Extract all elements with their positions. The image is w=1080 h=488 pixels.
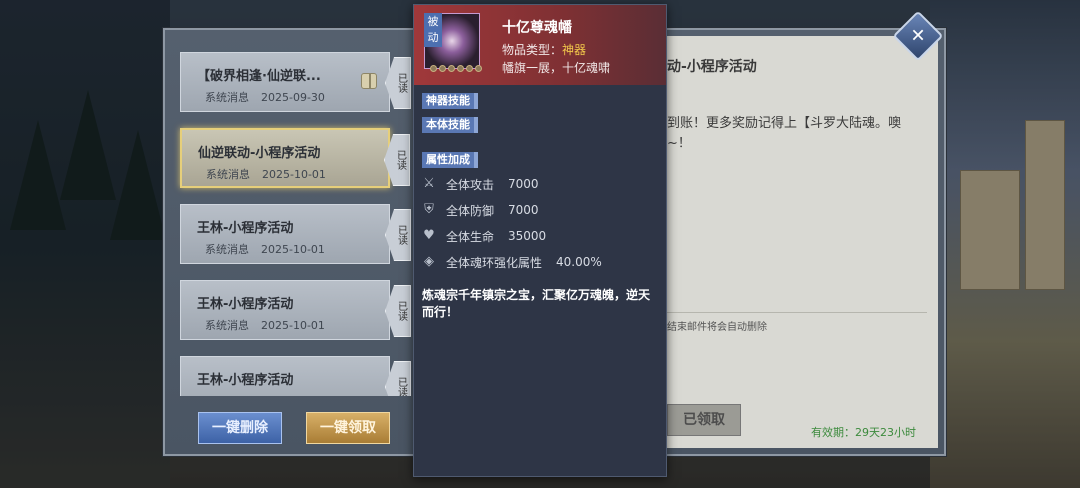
auto-delete-note: 结束邮件将会自动删除 — [667, 322, 767, 333]
passive-badge: 被动 — [424, 13, 442, 47]
star-rating — [430, 65, 482, 72]
mail-content-title: 动-小程序活动 — [667, 59, 757, 75]
stat-label: 全体魂环强化属性 — [446, 255, 543, 270]
read-tag: 已读 — [385, 285, 411, 337]
section-base-skill: 本体技能 — [422, 117, 478, 133]
item-lore: 炼魂宗千年镇宗之宝，汇聚亿万魂魄，逆天而行！ — [422, 288, 651, 319]
star-icon — [439, 65, 446, 72]
mail-date: 2025-10-01 — [261, 319, 325, 332]
mail-title: 王林-小程序活动 — [197, 221, 294, 236]
item-name: 十亿尊魂幡 — [502, 20, 572, 36]
claimed-button[interactable]: 已领取 — [667, 404, 741, 436]
sword-icon: ⚔ — [423, 176, 435, 191]
mail-item[interactable]: 王林-小程序活动 已读 — [180, 356, 411, 396]
mail-date: 2025-10-01 — [262, 168, 326, 181]
read-tag: 已读 — [385, 361, 411, 396]
claim-all-button[interactable]: 一键领取 — [306, 412, 390, 444]
mail-meta: 系统消息 2025-10-01 — [205, 317, 325, 333]
gift-icon — [361, 73, 377, 89]
stat-row: ♥ 全体生命 35000 — [422, 227, 546, 245]
read-tag: 已读 — [384, 134, 410, 186]
stat-row: ◈ 全体魂环强化属性 40.00% — [422, 253, 602, 271]
mail-item-selected[interactable]: 仙逆联动-小程序活动 系统消息 2025-10-01 已读 — [180, 128, 410, 188]
diamond-icon: ◈ — [424, 254, 434, 269]
mail-meta: 系统消息 2025-10-01 — [205, 241, 325, 257]
star-icon — [448, 65, 455, 72]
item-short-desc: 幡旗一展，十亿魂啸 — [502, 61, 611, 75]
item-tooltip: 被动 十亿尊魂幡 物品类型：神器 幡旗一展，十亿魂啸 神器技能 本体技能 属性加… — [413, 4, 667, 477]
mail-title: 仙逆联动-小程序活动 — [198, 146, 321, 161]
mail-date: 2025-10-01 — [261, 243, 325, 256]
mail-content-body: 到账！更多奖励记得上【斗罗大陆魂。噢~！ — [667, 116, 902, 151]
mail-content-panel: 动-小程序活动 到账！更多奖励记得上【斗罗大陆魂。噢~！ 结束邮件将会自动删除 … — [666, 36, 938, 448]
section-attr-bonus: 属性加成 — [422, 152, 478, 168]
mail-list[interactable]: 【破界相逢·仙逆联... 系统消息 2025-09-30 已读 仙逆联动-小程序活… — [172, 36, 412, 396]
item-type: 物品类型：神器 — [502, 41, 586, 58]
mail-item[interactable]: 王林-小程序活动 系统消息 2025-10-01 已读 — [180, 280, 411, 340]
mail-meta: 系统消息 2025-09-30 — [205, 89, 325, 105]
heart-icon: ♥ — [423, 228, 435, 243]
mail-item[interactable]: 【破界相逢·仙逆联... 系统消息 2025-09-30 已读 — [180, 52, 411, 112]
stat-label: 全体攻击 — [446, 177, 495, 192]
mail-title: 王林-小程序活动 — [197, 373, 294, 388]
stat-row: ⚔ 全体攻击 7000 — [422, 175, 539, 193]
mail-date: 2025-09-30 — [261, 91, 325, 104]
star-icon — [475, 65, 482, 72]
read-tag: 已读 — [385, 57, 411, 109]
stat-row: ⛨ 全体防御 7000 — [422, 201, 539, 219]
delete-all-button[interactable]: 一键删除 — [198, 412, 282, 444]
mail-title: 【破界相逢·仙逆联... — [197, 69, 321, 84]
stat-value: 7000 — [508, 203, 539, 217]
star-icon — [457, 65, 464, 72]
section-artifact-skill: 神器技能 — [422, 93, 478, 109]
stat-label: 全体生命 — [446, 229, 495, 244]
stat-value: 40.00% — [556, 255, 602, 269]
item-type-label: 物品类型： — [502, 43, 563, 57]
stat-value: 35000 — [508, 229, 547, 243]
mail-sender: 系统消息 — [205, 243, 249, 256]
mail-meta: 系统消息 2025-10-01 — [206, 166, 326, 182]
mail-sender: 系统消息 — [205, 91, 249, 104]
shield-icon: ⛨ — [424, 202, 434, 217]
stat-value: 7000 — [508, 177, 539, 191]
mail-sender: 系统消息 — [206, 168, 250, 181]
stat-label: 全体防御 — [446, 203, 495, 218]
star-icon — [466, 65, 473, 72]
mail-item[interactable]: 王林-小程序活动 系统消息 2025-10-01 已读 — [180, 204, 411, 264]
star-icon — [430, 65, 437, 72]
read-tag: 已读 — [385, 209, 411, 261]
tooltip-header: 被动 十亿尊魂幡 物品类型：神器 幡旗一展，十亿魂啸 — [414, 5, 666, 85]
close-icon: ✕ — [910, 25, 926, 47]
content-divider — [667, 312, 927, 313]
mail-sender: 系统消息 — [205, 319, 249, 332]
item-type-value: 神器 — [562, 43, 587, 57]
validity-text: 有效期：29天23小时 — [811, 426, 916, 439]
mail-title: 王林-小程序活动 — [197, 297, 294, 312]
